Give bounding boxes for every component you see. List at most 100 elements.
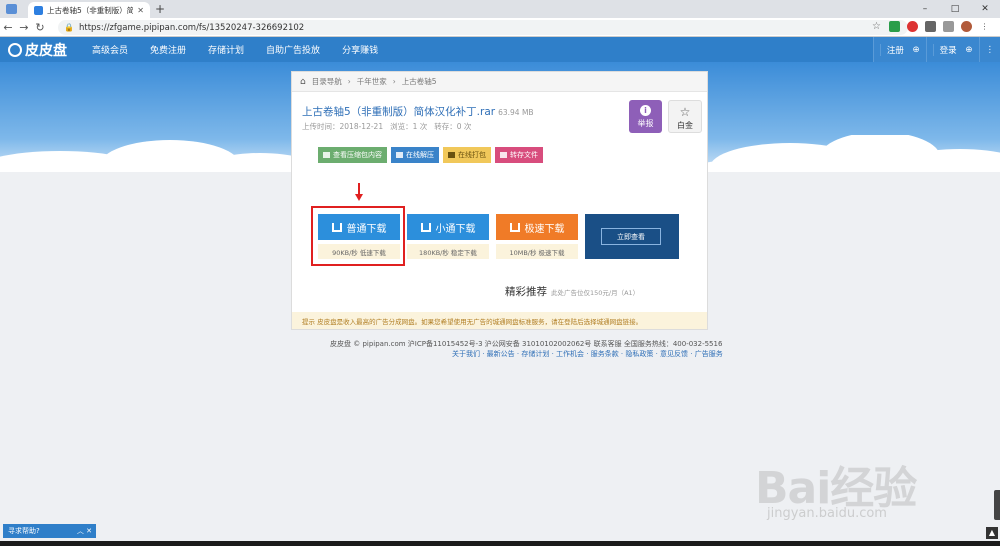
nav-menu: 高级会员 免费注册 存储计划 自助广告投放 分享赚钱 xyxy=(81,43,389,56)
maximize-button[interactable]: □ xyxy=(940,0,970,18)
nav-item-share[interactable]: 分享赚钱 xyxy=(331,43,389,56)
forward-icon[interactable]: → xyxy=(16,21,32,34)
file-title: 上古卷轴5（非重制版）简体汉化补丁.rar 63.94 MB xyxy=(302,104,534,119)
nav-item-vip[interactable]: 高级会员 xyxy=(81,43,139,56)
register-button[interactable]: 注册 ⊕ xyxy=(872,37,926,62)
back-icon[interactable]: ← xyxy=(0,21,16,34)
save-file-label: 转存文件 xyxy=(510,151,538,159)
avatar[interactable] xyxy=(961,21,972,32)
download-icon xyxy=(509,222,520,232)
favorite-label: 白金 xyxy=(677,121,693,130)
watermark-domain: jingyan.baidu.com xyxy=(767,506,887,521)
recommend-ad-note: 此处广告位仅150元/月（A1） xyxy=(551,289,640,297)
fast-download-speed: 10MB/秒 极速下载 xyxy=(496,244,578,259)
register-label: 注册 xyxy=(879,43,910,56)
file-name: 上古卷轴5（非重制版）简体汉化补丁.rar xyxy=(302,106,496,118)
baidu-watermark: Bai经验 jingyan.baidu.com xyxy=(755,452,980,522)
app-menu-icon[interactable] xyxy=(6,4,17,14)
footer-links[interactable]: 关于我们 · 最新公告 · 存储计划 · 工作机会 · 服务条款 · 隐私政策 … xyxy=(452,349,723,359)
logo-text: 皮皮盘 xyxy=(25,42,67,59)
extensions: ☆ ⋮ xyxy=(871,21,990,32)
info-icon: i xyxy=(640,105,651,116)
file-size: 63.94 MB xyxy=(498,108,534,117)
help-controls[interactable]: ︿ ✕ xyxy=(77,526,92,536)
kebab-menu-icon[interactable]: ⋮ xyxy=(979,21,990,32)
annotation-arrow xyxy=(355,183,363,201)
breadcrumb: ⌂ 目录导航 › 千年世家 › 上古卷轴5 xyxy=(292,72,707,92)
tip-bar: 提示 皮皮盘是收入最高的广告分成网盘。如果您希望使用无广告的城通网盘标准服务，请… xyxy=(292,312,707,329)
url-field[interactable]: 🔒 https://zfgame.pipipan.com/fs/13520247… xyxy=(58,20,908,35)
auth-links: 注册 ⊕ 登录 ⊕ ⋮ xyxy=(872,37,1000,62)
annotation-highlight-box xyxy=(311,206,405,266)
view-now-button[interactable]: 立即查看 xyxy=(601,228,661,245)
folder-icon xyxy=(396,152,403,158)
login-button[interactable]: 登录 ⊕ xyxy=(925,37,979,62)
fast-download: 极速下载 10MB/秒 极速下载 xyxy=(496,214,578,259)
view-count: 浏览：1 次 xyxy=(390,122,428,131)
help-widget[interactable]: 寻求帮助? ︿ ✕ xyxy=(3,524,96,538)
save-count: 转存：0 次 xyxy=(434,122,472,131)
tab-close-icon[interactable]: ✕ xyxy=(137,6,144,15)
download-icon xyxy=(420,222,431,232)
minimize-button[interactable]: – xyxy=(910,0,940,18)
recommend-heading: 精彩推荐 此处广告位仅150元/月（A1） xyxy=(505,284,639,299)
more-menu-icon[interactable]: ⋮ xyxy=(978,37,1000,62)
browser-tab-bar: 上古卷轴5（非重制版）简体汉化 ✕ + – □ ✕ xyxy=(0,0,1000,18)
recommend-title: 精彩推荐 xyxy=(505,286,547,298)
tab-title: 上古卷轴5（非重制版）简体汉化 xyxy=(47,5,134,15)
nav-item-register[interactable]: 免费注册 xyxy=(139,43,197,56)
site-logo[interactable]: 皮皮盘 xyxy=(8,40,67,60)
breadcrumb-item[interactable]: 目录导航 xyxy=(312,76,342,87)
star-icon: ☆ xyxy=(679,105,691,119)
file-actions: 查看压缩包内容 在线解压 在线打包 转存文件 xyxy=(318,147,543,163)
extension-icon[interactable] xyxy=(943,21,954,32)
package-icon xyxy=(448,152,455,158)
bookmark-star-icon[interactable]: ☆ xyxy=(871,21,882,32)
xiaotong-download-speed: 180KB/秒 稳定下载 xyxy=(407,244,489,259)
extension-icon[interactable] xyxy=(925,21,936,32)
favorite-button[interactable]: ☆ 白金 xyxy=(668,100,702,133)
view-archive-button[interactable]: 查看压缩包内容 xyxy=(318,147,387,163)
view-archive-label: 查看压缩包内容 xyxy=(333,151,382,159)
breadcrumb-item[interactable]: 上古卷轴5 xyxy=(402,76,437,87)
online-pack-button[interactable]: 在线打包 xyxy=(443,147,491,163)
taskbar xyxy=(0,541,1000,546)
browser-tab[interactable]: 上古卷轴5（非重制版）简体汉化 ✕ xyxy=(28,2,150,18)
fast-download-button[interactable]: 极速下载 xyxy=(496,214,578,240)
file-card: ⌂ 目录导航 › 千年世家 › 上古卷轴5 上古卷轴5（非重制版）简体汉化补丁.… xyxy=(291,71,708,330)
report-button[interactable]: i 举报 xyxy=(629,100,662,133)
shield-extension-icon[interactable] xyxy=(889,21,900,32)
save-icon xyxy=(500,152,507,158)
paw-icon xyxy=(8,42,22,57)
window-controls: – □ ✕ xyxy=(910,0,1000,18)
close-window-button[interactable]: ✕ xyxy=(970,0,1000,18)
scroll-top-button[interactable]: ▲ xyxy=(986,527,998,539)
upload-time: 上传时间：2018-12-21 xyxy=(302,122,384,131)
url-text: https://zfgame.pipipan.com/fs/13520247-3… xyxy=(78,22,305,33)
address-bar: ← → ↻ 🔒 https://zfgame.pipipan.com/fs/13… xyxy=(0,18,1000,37)
save-file-button[interactable]: 转存文件 xyxy=(495,147,543,163)
new-tab-icon[interactable]: + xyxy=(155,2,165,16)
xiaotong-download-label: 小通下载 xyxy=(435,223,476,235)
lock-icon: 🔒 xyxy=(64,23,74,32)
online-unzip-button[interactable]: 在线解压 xyxy=(391,147,439,163)
online-unzip-label: 在线解压 xyxy=(406,151,434,159)
tab-favicon-icon xyxy=(34,5,43,15)
xiaotong-download: 小通下载 180KB/秒 稳定下载 xyxy=(407,214,489,259)
archive-icon xyxy=(323,152,330,158)
extension-icon[interactable] xyxy=(907,21,918,32)
reload-icon[interactable]: ↻ xyxy=(32,21,48,34)
side-tab[interactable] xyxy=(994,490,1000,520)
help-label: 寻求帮助? xyxy=(8,527,40,535)
site-navbar: 皮皮盘 高级会员 免费注册 存储计划 自助广告投放 分享赚钱 注册 ⊕ 登录 ⊕… xyxy=(0,37,1000,62)
report-label: 举报 xyxy=(637,119,654,128)
xiaotong-download-button[interactable]: 小通下载 xyxy=(407,214,489,240)
file-meta: 上传时间：2018-12-21 浏览：1 次 转存：0 次 xyxy=(302,121,471,132)
breadcrumb-separator: › xyxy=(392,77,396,86)
fast-download-label: 极速下载 xyxy=(524,223,565,235)
home-icon[interactable]: ⌂ xyxy=(300,77,306,87)
ad-banner[interactable]: 立即查看 xyxy=(585,214,679,259)
nav-item-storage[interactable]: 存储计划 xyxy=(197,43,255,56)
breadcrumb-item[interactable]: 千年世家 xyxy=(357,76,387,87)
nav-item-ads[interactable]: 自助广告投放 xyxy=(255,43,331,56)
